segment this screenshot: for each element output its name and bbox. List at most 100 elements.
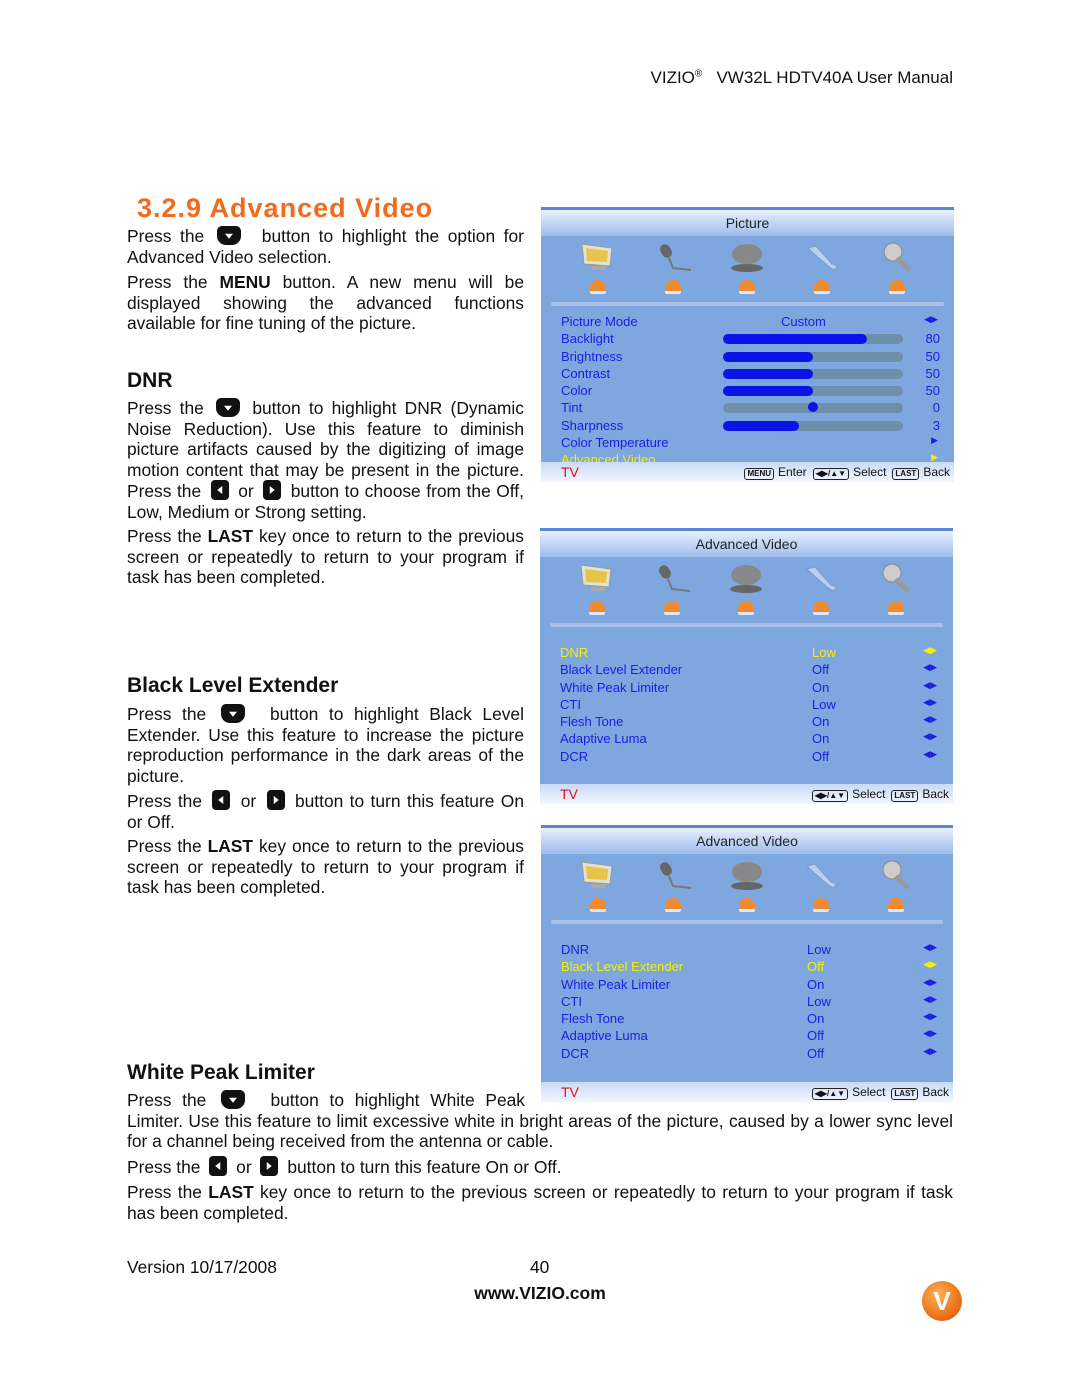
menu-row[interactable]: Color 50 [541,383,954,400]
paragraph: Press the button to highlight DNR (Dynam… [127,398,524,522]
advanced-video-menu-ble-screenshot: Advanced Video DNR Low ◀▶ Black Level Extend… [541,825,953,1102]
version: Version 10/17/2008 [127,1257,277,1277]
tab-indicator-icon [663,601,680,615]
nav-key-icon: ◀▶/▲▼ [812,468,850,480]
menu-row[interactable]: Adaptive Luma Off ◀▶ [541,1028,953,1045]
left-right-arrows-icon: ◀▶ [923,645,937,655]
tab-indicator-icon [738,898,755,912]
menu-row[interactable]: Flesh Tone On ◀▶ [541,1011,953,1028]
menu-footer: TV ◀▶/▲▼ Select LAST Back [541,1082,953,1102]
left-right-arrows-icon: ◀▶ [923,696,937,707]
menu-row[interactable]: CTI Low ◀▶ [541,994,953,1011]
satellite-dish-icon [727,240,767,280]
left-button-icon [212,790,231,810]
audio-microphone-icon [652,561,692,601]
wrench-setup-icon [801,561,841,601]
menu-row[interactable]: Color Temperature ▶ [541,435,954,452]
down-button-icon [216,226,241,245]
level-bar[interactable] [723,351,903,362]
vizio-logo: V [922,1281,962,1321]
menu-row[interactable]: DCR Off ◀▶ [540,749,953,766]
menu-row[interactable]: Black Level Extender Off ◀▶ [540,662,953,679]
wrench-setup-icon [802,240,842,280]
menu-row[interactable]: Brightness 50 [541,349,954,366]
left-right-arrows-icon: ◀▶ [923,731,937,742]
tab-indicator-icon [814,280,831,294]
wrench-setup-icon [801,858,841,898]
tab-indicator-icon [887,898,904,912]
manual-page: VIZIO® VW32L HDTV40A User Manual 3.2.9 A… [0,0,1080,1397]
paragraph: Press the or button to turn this feature… [127,1156,562,1177]
divider [550,623,943,627]
menu-row[interactable]: Tint 0 [541,400,954,417]
submenu-arrow-icon: ▶ [931,435,938,446]
key-parental-icon [877,240,917,280]
paragraph: Press the MENU button. A new menu will b… [127,272,524,333]
menu-row[interactable]: White Peak Limiter On ◀▶ [541,977,953,994]
menu-footer: TV MENU Enter ◀▶/▲▼ Select LAST Back [541,462,954,482]
dnr-heading: DNR [127,369,173,392]
advanced-video-menu-dnr-screenshot: Advanced Video DNR Low ◀▶ Black Level Extend… [540,528,953,804]
level-bar[interactable] [723,420,903,431]
left-right-arrows-icon: ◀▶ [923,1011,937,1022]
menu-row[interactable]: Black Level Extender Off ◀▶ [541,959,953,976]
picture-menu-screenshot: Picture Picture Mode Custom ◀▶ Backlight 80 Br… [541,207,954,482]
menu-row[interactable]: White Peak Limiter On ◀▶ [540,680,953,697]
left-right-arrows-icon: ◀▶ [923,942,937,952]
menu-key-icon: MENU [744,468,774,480]
divider [551,920,943,924]
tab-indicator-icon [590,280,607,294]
menu-row[interactable]: Adaptive Luma On ◀▶ [540,731,953,748]
audio-microphone-icon [653,240,693,280]
last-key-icon: LAST [891,790,919,802]
nav-key-icon: ◀▶/▲▼ [811,1088,849,1100]
left-button-icon [209,1156,228,1176]
tab-indicator-icon [888,280,905,294]
left-right-arrows-icon: ◀▶ [923,714,937,725]
paragraph: Press the button to highlight Black Leve… [127,704,524,786]
divider [551,302,944,306]
level-bar[interactable] [723,368,903,379]
paragraph: Press the LAST key once to return to the… [127,836,524,897]
white-peak-limiter-heading: White Peak Limiter [127,1061,315,1084]
tab-indicator-icon [738,601,755,615]
menu-row[interactable]: Flesh Tone On ◀▶ [540,714,953,731]
menu-row[interactable]: DNR Low ◀▶ [541,942,953,959]
down-button-icon [221,1090,246,1109]
menu-row[interactable]: DCR Off ◀▶ [541,1046,953,1063]
black-level-extender-heading: Black Level Extender [127,674,339,697]
left-button-icon [210,480,229,500]
down-button-icon [220,704,245,723]
tab-indicator-icon [887,601,904,615]
level-bar[interactable] [723,386,903,397]
menu-title: Picture [541,210,954,236]
menu-row[interactable]: Backlight 80 [541,331,954,348]
left-right-arrows-icon: ◀▶ [923,959,937,970]
left-right-arrows-icon: ◀▶ [923,679,937,690]
menu-row[interactable]: Contrast 50 [541,366,954,383]
tv-picture-icon [578,858,618,898]
paragraph: Press the or button to turn this feature… [127,790,524,832]
menu-row[interactable]: DNR Low ◀▶ [540,645,953,662]
satellite-dish-icon [726,561,766,601]
key-parental-icon [876,561,916,601]
tab-indicator-icon [664,898,681,912]
menu-row[interactable]: Sharpness 3 [541,418,954,435]
left-right-arrows-icon: ◀▶ [924,314,938,324]
page-number: 40 [530,1257,550,1277]
level-bar[interactable] [723,334,903,345]
menu-row[interactable]: CTI Low ◀▶ [540,697,953,714]
menu-footer: TV ◀▶/▲▼ Select LAST Back [540,784,953,804]
section-title: 3.2.9 Advanced Video [137,193,434,223]
tv-picture-icon [577,561,617,601]
left-right-arrows-icon: ◀▶ [923,1028,937,1039]
tab-indicator-icon [589,601,606,615]
menu-row[interactable]: Picture Mode Custom ◀▶ [541,314,954,331]
tint-slider[interactable] [723,402,903,414]
down-button-icon [216,398,241,417]
right-button-icon [263,480,282,500]
right-button-icon [266,790,285,810]
tab-indicator-icon [813,601,830,615]
nav-key-icon: ◀▶/▲▼ [811,790,849,802]
website-link[interactable]: www.VIZIO.com [0,1283,1080,1304]
